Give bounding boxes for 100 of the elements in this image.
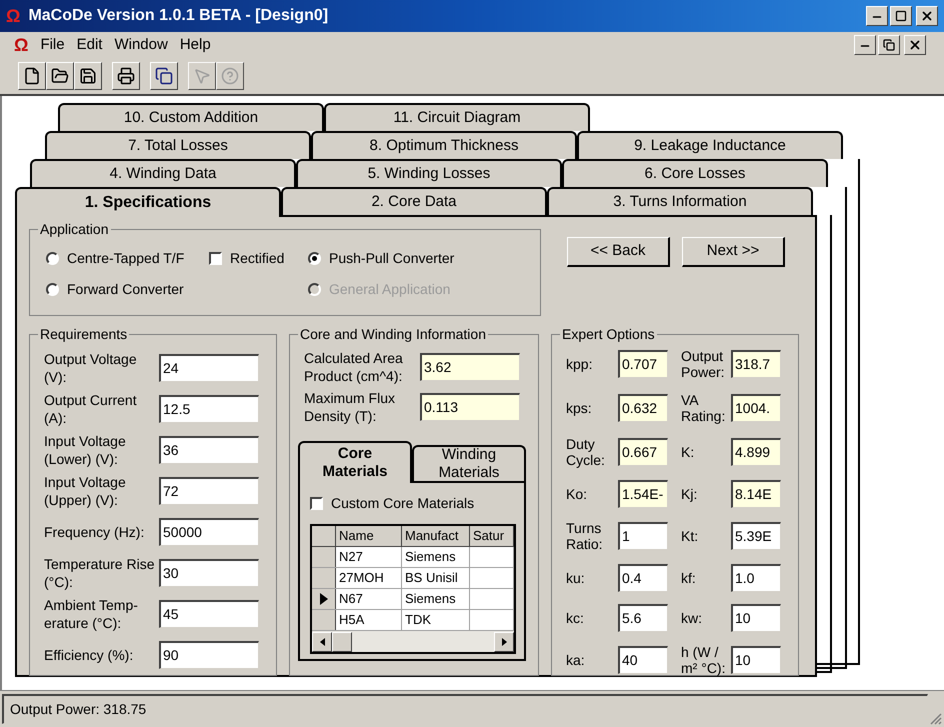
restore-button[interactable] [878, 35, 900, 55]
input-field[interactable]: 1 [618, 522, 668, 550]
menu-item[interactable]: Edit [76, 34, 102, 56]
table-cell: H5A [336, 610, 402, 630]
input-field[interactable]: 0.707 [618, 350, 668, 378]
close-button[interactable] [904, 35, 926, 55]
toolbar-button[interactable] [74, 62, 102, 90]
table-cell: N67 [336, 589, 402, 609]
input-field[interactable]: 0.113 [420, 393, 520, 421]
input-field[interactable]: 10 [731, 604, 781, 632]
toolbar-button[interactable] [46, 62, 74, 90]
menu-item[interactable]: Help [180, 34, 211, 56]
window-title: MaCoDe Version 1.0.1 BETA - [Design0] [28, 6, 328, 26]
row-header-cell[interactable] [312, 547, 336, 567]
horizontal-scrollbar[interactable] [312, 631, 514, 652]
input-field[interactable]: 30 [159, 558, 259, 586]
close-icon [908, 38, 922, 52]
field-label: Input Voltage (Upper) (V): [44, 472, 127, 508]
radio-label: Forward Converter [67, 280, 184, 299]
tab[interactable]: 5. Winding Losses [296, 159, 562, 187]
field-label: Ko: [566, 486, 588, 502]
menu-item[interactable]: Window [114, 34, 168, 56]
input-field[interactable]: 4.899 [731, 438, 781, 466]
input-field[interactable]: 12.5 [159, 394, 259, 422]
row-header-cell[interactable] [312, 568, 336, 588]
field-label: Input Voltage (Lower) (V): [44, 432, 127, 468]
nav-button[interactable]: << Back [567, 237, 670, 267]
printer-icon [117, 67, 135, 85]
menu-item[interactable]: File [40, 34, 65, 56]
input-field[interactable]: 72 [159, 476, 259, 504]
input-field[interactable]: 10 [731, 646, 781, 674]
minimize-button[interactable] [866, 6, 888, 26]
input-field[interactable]: 50000 [159, 518, 259, 546]
row-header-cell[interactable] [312, 589, 336, 609]
toolbar-button[interactable] [112, 62, 140, 90]
nav-button[interactable]: Next >> [682, 237, 785, 267]
input-field[interactable]: 318.7 [731, 350, 781, 378]
minimize-button[interactable] [854, 35, 876, 55]
field-label: Kt: [681, 528, 700, 544]
tab[interactable]: 1. Specifications [15, 187, 281, 217]
input-field[interactable]: 3.62 [420, 353, 520, 381]
radio-button[interactable] [308, 252, 321, 265]
field-label: h (W / m² °C): [681, 644, 726, 676]
tab[interactable]: 6. Core Losses [562, 159, 828, 187]
tab[interactable]: 10. Custom Addition [58, 103, 324, 131]
scroll-thumb[interactable] [332, 632, 352, 652]
row-header-cell[interactable] [312, 610, 336, 630]
input-field[interactable]: 5.39E [731, 522, 781, 550]
toolbar-button[interactable] [18, 62, 46, 90]
table-cell: TDK [402, 610, 470, 630]
help-icon [221, 67, 239, 85]
tab[interactable]: 4. Winding Data [30, 159, 296, 187]
input-field[interactable]: 90 [159, 640, 259, 668]
tab[interactable]: Core Materials [298, 441, 412, 483]
tab[interactable]: Winding Materials [412, 445, 526, 481]
input-field[interactable]: 1.0 [731, 564, 781, 592]
checkbox[interactable] [209, 252, 222, 265]
table-cell: Siemens [402, 589, 470, 609]
radio-button[interactable] [46, 283, 59, 296]
close-button[interactable] [916, 6, 938, 26]
table-cell: 27MOH [336, 568, 402, 588]
field-label: Temperature Rise (°C): [44, 554, 156, 590]
maximize-button[interactable] [890, 6, 912, 26]
input-field[interactable]: 1.54E- [618, 480, 668, 508]
input-field[interactable]: 0.4 [618, 564, 668, 592]
column-header[interactable]: Manufact [402, 526, 470, 546]
field-label: Duty Cycle: [566, 436, 606, 468]
input-field[interactable]: 8.14E [731, 480, 781, 508]
input-field[interactable]: 40 [618, 646, 668, 674]
field-label: Kj: [681, 486, 698, 502]
close-icon [920, 9, 934, 23]
field-label: K: [681, 444, 696, 460]
tab[interactable]: 9. Leakage Inductance [577, 131, 843, 159]
table-cell: Siemens [402, 547, 470, 567]
tab[interactable]: 11. Circuit Diagram [324, 103, 590, 131]
radio-button[interactable] [46, 252, 59, 265]
scroll-right-button[interactable] [494, 632, 514, 652]
column-header[interactable]: Name [336, 526, 402, 546]
input-field[interactable]: 24 [159, 354, 259, 382]
tab[interactable]: 2. Core Data [281, 187, 547, 215]
app-logo: Ω [6, 4, 20, 28]
input-field[interactable]: 36 [159, 436, 259, 464]
input-field[interactable]: 5.6 [618, 604, 668, 632]
input-field[interactable]: 45 [159, 600, 259, 628]
input-field[interactable]: 1004. [731, 394, 781, 422]
scroll-left-button[interactable] [312, 632, 332, 652]
radio-label: Centre-Tapped T/F [67, 249, 184, 268]
tab[interactable]: 8. Optimum Thickness [311, 131, 577, 159]
tab[interactable]: 7. Total Losses [45, 131, 311, 159]
toolbar-button[interactable] [150, 62, 178, 90]
field-label: Output Power: [681, 348, 726, 380]
restore-icon [883, 39, 895, 51]
input-field[interactable]: 0.632 [618, 394, 668, 422]
column-header[interactable]: Satur [470, 526, 514, 546]
input-field[interactable]: 0.667 [618, 438, 668, 466]
tab[interactable]: 3. Turns Information [547, 187, 813, 215]
maximize-icon [895, 10, 907, 22]
resize-grip-icon [928, 711, 942, 725]
field-label: Output Current (A): [44, 390, 138, 426]
checkbox[interactable] [310, 497, 323, 510]
